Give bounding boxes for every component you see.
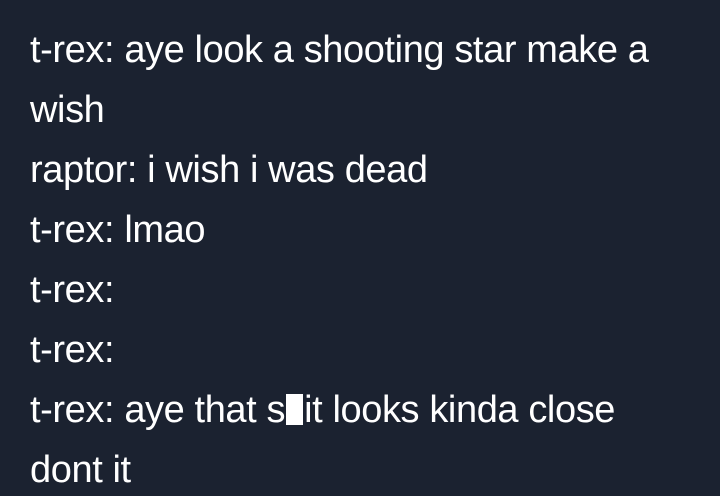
text-line: t-rex: <box>30 329 115 371</box>
censored-line-after: it looks kinda close <box>304 389 616 431</box>
text-line: t-rex: <box>30 269 115 311</box>
censored-line-before: t-rex: aye that s <box>30 389 286 431</box>
text-line: t-rex: aye look a shooting star make a <box>30 29 649 71</box>
text-line: wish <box>30 89 105 131</box>
text-line: raptor: i wish i was dead <box>30 149 428 191</box>
text-line: dont it <box>30 449 131 491</box>
censored-text-line: t-rex: aye that s it looks kinda close <box>30 380 690 440</box>
tweet-text: t-rex: aye look a shooting star make a w… <box>30 20 690 496</box>
censor-block <box>286 394 304 425</box>
text-line: t-rex: lmao <box>30 209 206 251</box>
